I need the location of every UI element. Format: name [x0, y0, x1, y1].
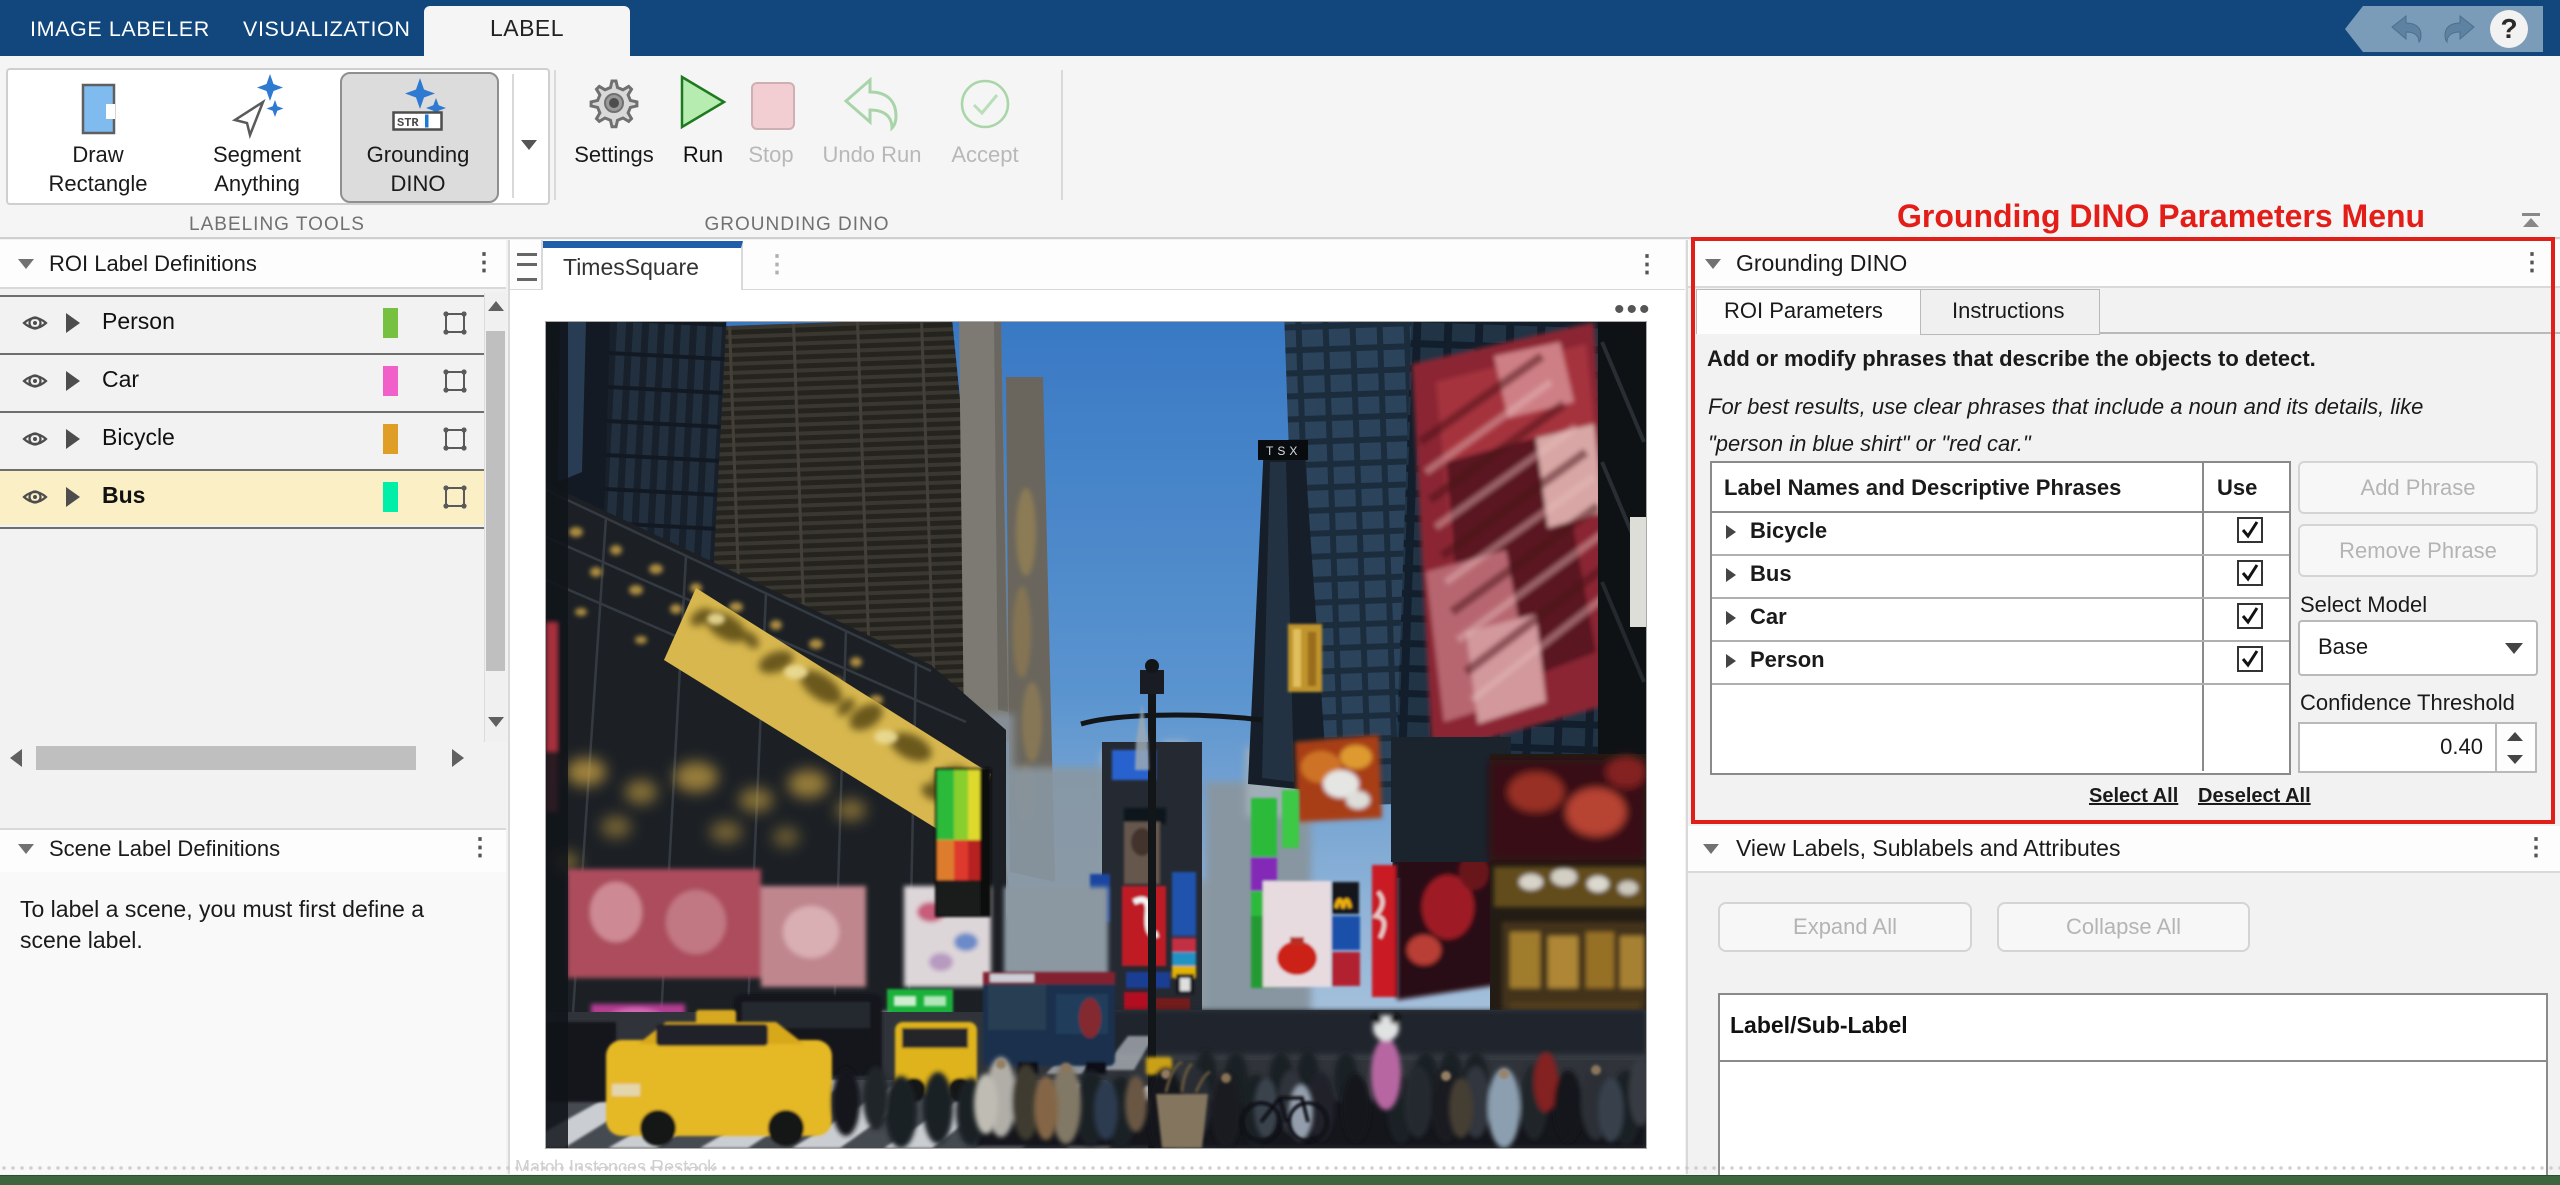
svg-text:STR: STR [397, 116, 419, 130]
